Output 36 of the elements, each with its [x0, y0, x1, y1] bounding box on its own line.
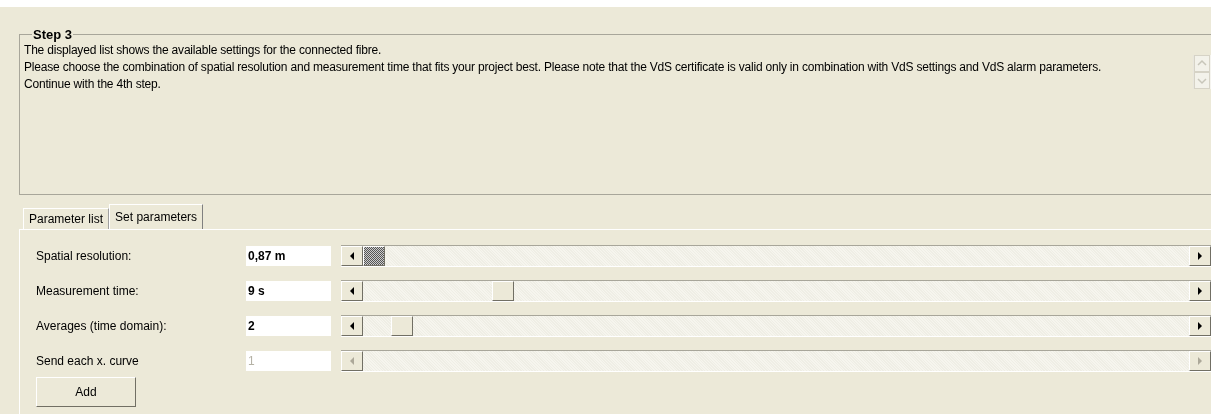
- slider-thumb[interactable]: [363, 246, 385, 266]
- chevron-up-icon: [1197, 59, 1207, 68]
- slider-thumb[interactable]: [491, 281, 514, 301]
- slider-track[interactable]: [341, 280, 1211, 302]
- slider-thumb[interactable]: [391, 316, 414, 336]
- scroll-left-button[interactable]: [341, 281, 363, 301]
- scroll-left-button[interactable]: [341, 316, 363, 336]
- instruction-text: Continue with the 4th step.: [24, 76, 162, 93]
- triangle-right-icon: [1196, 286, 1204, 296]
- slider-track[interactable]: [341, 245, 1211, 267]
- scroll-right-button[interactable]: [1189, 316, 1211, 336]
- triangle-right-icon: [1196, 321, 1204, 331]
- parameter-label: Spatial resolution:: [36, 249, 133, 263]
- scroll-right-button[interactable]: [1189, 246, 1211, 266]
- value-field[interactable]: 2: [246, 316, 331, 336]
- add-button[interactable]: Add: [36, 377, 136, 407]
- slider-track[interactable]: [341, 315, 1211, 337]
- triangle-right-icon: [1196, 356, 1204, 366]
- parameter-label: Measurement time:: [36, 284, 140, 298]
- tab[interactable]: Set parameters: [109, 204, 204, 229]
- scroll-left-button[interactable]: [341, 246, 363, 266]
- value-field[interactable]: 9 s: [246, 281, 331, 301]
- parameter-label: Send each x. curve: [36, 354, 140, 368]
- chevron-down-icon: [1197, 76, 1207, 85]
- tab[interactable]: Parameter list: [23, 208, 110, 229]
- triangle-left-icon: [348, 286, 356, 296]
- triangle-left-icon: [348, 321, 356, 331]
- parameter-label: Averages (time domain):: [36, 319, 168, 333]
- scroll-right-button[interactable]: [1189, 281, 1211, 301]
- triangle-left-icon: [348, 356, 356, 366]
- group-title: Step 3: [32, 27, 73, 42]
- triangle-left-icon: [348, 251, 356, 261]
- triangle-right-icon: [1196, 251, 1204, 261]
- instruction-text: The displayed list shows the available settings for the connected fibre.: [24, 42, 383, 59]
- value-field[interactable]: 0,87 m: [246, 246, 331, 266]
- instruction-text: Please choose the combination of spatial resolution and measurement time that fits your project best. Please note that the VdS certificate is valid only in combination with VdS settings and VdS alarm parameters.: [24, 59, 1103, 76]
